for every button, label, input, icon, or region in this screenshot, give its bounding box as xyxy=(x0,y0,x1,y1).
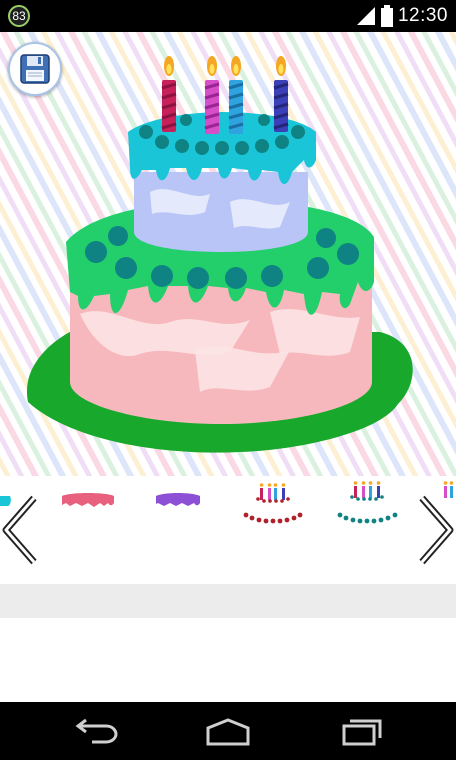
candle-red xyxy=(161,56,177,132)
ad-banner-area xyxy=(0,584,456,618)
clock: 12:30 xyxy=(397,5,448,26)
notification-badge: 83 xyxy=(8,5,30,27)
top-tier xyxy=(134,172,308,252)
rainbow-streaks-background xyxy=(0,32,456,476)
picker-item-teal-candles-beads[interactable] xyxy=(334,476,402,584)
signal-icon xyxy=(357,7,375,25)
save-button[interactable] xyxy=(8,42,62,96)
chevron-right-icon[interactable] xyxy=(416,494,456,566)
candle-blue xyxy=(228,56,244,134)
navigation-bar xyxy=(0,702,456,760)
back-icon[interactable] xyxy=(70,718,120,746)
chevron-left-icon[interactable] xyxy=(0,494,40,566)
decoration-picker xyxy=(0,476,456,584)
candle-navy xyxy=(273,56,289,132)
picker-item-red-candles-beads[interactable] xyxy=(240,476,306,584)
picker-item-purple-frosting[interactable] xyxy=(154,476,202,584)
picker-item-pink-frosting[interactable] xyxy=(60,476,116,584)
battery-icon xyxy=(381,5,393,27)
candle-pink xyxy=(204,56,220,134)
empty-panel xyxy=(0,618,456,702)
cake-canvas[interactable] xyxy=(0,32,456,476)
status-bar: 83 12:30 xyxy=(0,0,456,32)
home-icon[interactable] xyxy=(203,718,253,746)
floppy-disk-icon xyxy=(20,54,50,84)
recents-icon[interactable] xyxy=(336,718,386,746)
